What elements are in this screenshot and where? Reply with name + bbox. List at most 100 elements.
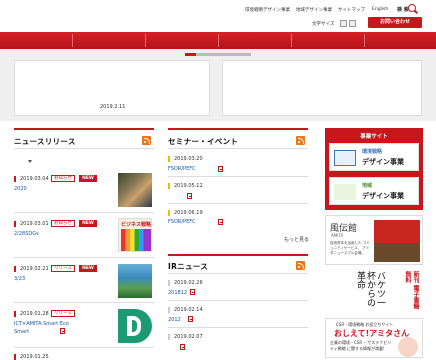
ir-title: IRニュース	[168, 262, 208, 271]
news-tag: お知らせ	[51, 175, 75, 182]
new-badge: NEW	[79, 265, 97, 272]
event-date: 2019.05.12	[168, 183, 203, 189]
banner-big-label: デザイン事業	[362, 158, 404, 166]
business-sites-title: 事業サイト	[360, 134, 388, 140]
toplink-sitemap[interactable]: サイトマップ	[338, 7, 365, 13]
divider	[14, 347, 154, 348]
toplink-env-strategy[interactable]: 環境戦略デザイン事業	[245, 7, 290, 13]
carousel-indicator[interactable]	[185, 53, 251, 56]
event-link[interactable]: FSOR/PEFC	[168, 166, 196, 172]
divider	[14, 148, 154, 149]
csr-banner[interactable]: CSR・環境戦略 お役立ちサイト おしえて!アミタさん 企業の環境・CSR・ サ…	[325, 318, 423, 358]
nav-divider	[218, 34, 219, 47]
carousel-date: 2019.2.11	[100, 104, 126, 110]
nav-divider	[291, 34, 292, 47]
book-banner[interactable]: バケツ一杯からの革命 新刊 電子書籍 無料	[325, 269, 423, 315]
nav-divider	[364, 34, 365, 47]
chevron-down-icon[interactable]	[28, 160, 32, 163]
news-link[interactable]: ICT×AMITA Smart Eco	[14, 321, 69, 327]
pdf-icon	[190, 289, 195, 295]
banner-small-label: 環境戦略	[362, 149, 383, 155]
building-photo	[374, 220, 420, 262]
news-tag: リリース	[51, 265, 75, 272]
nav-divider	[72, 34, 73, 47]
character-icon	[398, 337, 418, 357]
carousel-slide[interactable]	[222, 60, 422, 116]
divider	[168, 300, 308, 301]
fudenkan-sub: AMITA	[331, 233, 344, 238]
pdf-icon	[180, 344, 185, 350]
news-thumbnail[interactable]	[118, 264, 152, 298]
ir-date: 2019.02.14	[168, 307, 203, 313]
ir-link[interactable]: 2012	[168, 317, 181, 323]
news-date: 2019.02.21	[14, 266, 49, 272]
csr-desc: 企業の環境・CSR・ サステナビリティ戦略 に関する情報が満載!	[330, 340, 392, 351]
event-date: 2019.06.19	[168, 210, 203, 216]
event-date: 2019.03.20	[168, 156, 203, 162]
book-badge: 新刊 電子書籍 無料	[404, 271, 419, 310]
rss-icon[interactable]	[296, 136, 305, 145]
env-strategy-banner[interactable]: 環境戦略 デザイン事業	[329, 143, 419, 171]
search-icon[interactable]	[408, 4, 416, 12]
divider	[14, 212, 154, 213]
ir-date: 2019.02.26	[168, 280, 203, 286]
news-date: 2019.01.28	[14, 311, 49, 317]
new-badge: NEW	[79, 220, 97, 227]
site-header: 環境戦略デザイン事業 地域デザイン事業 サイトマップ English 検 索 文…	[0, 0, 436, 32]
news-tag: リリース	[51, 310, 75, 317]
news-date: 2019.03.04	[14, 176, 49, 182]
pdf-icon	[60, 328, 65, 334]
more-link[interactable]: もっと見る	[284, 236, 309, 243]
news-title: ニュースリリース	[14, 137, 76, 146]
new-badge: NEW	[79, 175, 97, 182]
divider	[168, 148, 308, 149]
banner-small-label: 地域	[362, 183, 373, 189]
toplink-regional[interactable]: 地域デザイン事業	[296, 7, 332, 13]
news-date: 2019.01.25	[14, 354, 49, 360]
rss-icon[interactable]	[296, 261, 305, 270]
thumbnail-caption: ビジネス戦略	[121, 222, 152, 228]
font-size-label: 文字サイズ	[312, 22, 335, 27]
divider	[168, 176, 308, 177]
news-link[interactable]: 2/28SDGs	[14, 231, 39, 237]
ir-link[interactable]: 201812	[168, 290, 187, 296]
banner-big-label: デザイン事業	[362, 192, 404, 200]
news-thumbnail[interactable]	[118, 173, 152, 207]
nav-divider	[145, 34, 146, 47]
news-link[interactable]: 2020	[14, 186, 27, 192]
pdf-icon	[187, 193, 192, 199]
ir-title-bar	[168, 254, 308, 256]
fudenkan-desc: 自然資本を活用した コミュニティサービス、 アミタニュースプル会場。	[330, 241, 370, 255]
events-title-bar	[168, 128, 308, 130]
news-title-bar	[14, 128, 154, 130]
tree-icon	[334, 184, 356, 200]
divider	[14, 257, 154, 258]
pdf-icon	[218, 219, 223, 225]
search-label[interactable]: 検 索	[397, 6, 409, 13]
rss-icon[interactable]	[142, 136, 151, 145]
news-tag: お知らせ	[51, 220, 75, 227]
news-date: 2019.03.01	[14, 221, 49, 227]
contact-button[interactable]: お問い合わせ	[368, 17, 422, 28]
city-icon	[334, 150, 356, 166]
regional-banner[interactable]: 地域 デザイン事業	[329, 177, 419, 205]
fudenkan-banner[interactable]: 風伝館 AMITA 自然資本を活用した コミュニティサービス、 アミタニュースプ…	[325, 215, 423, 265]
event-link[interactable]: FSOR/PEFC	[168, 219, 196, 225]
divider	[168, 203, 308, 204]
divider	[168, 273, 308, 274]
pdf-icon	[218, 166, 223, 172]
news-thumbnail[interactable]	[118, 309, 152, 343]
ir-date: 2019.02.07	[168, 334, 203, 340]
events-title: セミナー・イベント	[168, 137, 239, 146]
book-title: バケツ一杯からの革命	[355, 271, 385, 307]
font-size-large-button[interactable]	[349, 20, 356, 27]
divider	[168, 327, 308, 328]
news-link[interactable]: 3/23	[14, 276, 25, 282]
csr-name: おしえて!アミタさん	[334, 329, 410, 338]
news-thumbnail[interactable]: ビジネス戦略	[118, 218, 152, 252]
divider	[14, 302, 154, 303]
font-size-small-button[interactable]	[340, 20, 347, 27]
toplink-english[interactable]: English	[372, 7, 388, 12]
news-link-cont[interactable]: Smart	[14, 329, 29, 335]
pdf-icon	[188, 316, 193, 322]
